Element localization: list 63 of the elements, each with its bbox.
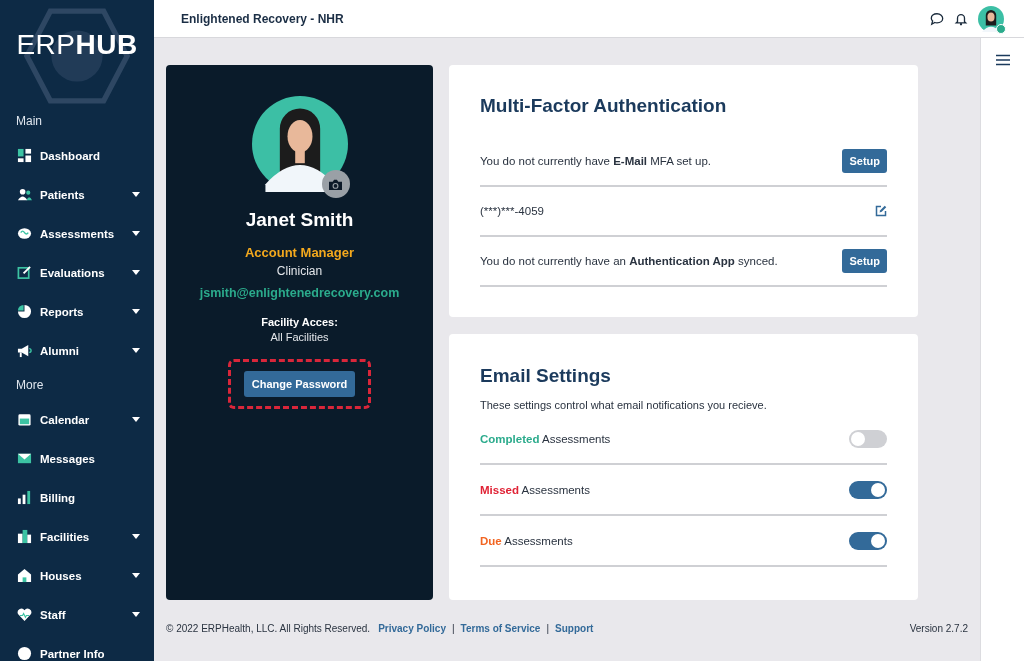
copyright-text: © 2022 ERPHealth, LLC. All Rights Reserved.: [166, 622, 371, 634]
user-role: Account Manager: [244, 245, 355, 260]
facility-value: All Facilities: [270, 331, 329, 343]
toggle-switch[interactable]: [849, 480, 887, 499]
user-avatar[interactable]: [978, 5, 1004, 32]
facility-label: Facility Acces:: [261, 316, 338, 328]
calendar-icon: [17, 412, 32, 427]
sidebar-item[interactable]: Assessments: [0, 214, 154, 253]
sidebar-item[interactable]: Dashboard: [0, 136, 154, 175]
bar-chart-icon: [17, 490, 32, 505]
card-description: These settings control what email notifications you recieve.: [480, 399, 768, 411]
footer-link[interactable]: Support: [555, 622, 594, 634]
card-title: Multi-Factor Authentication: [480, 95, 728, 117]
toggle-switch[interactable]: [849, 531, 887, 550]
camera-icon: [328, 177, 343, 191]
sidebar-item[interactable]: Partner Info: [0, 634, 154, 661]
user-name: Janet Smith: [245, 209, 354, 231]
footer-link[interactable]: Privacy Policy: [378, 622, 446, 634]
edit-icon: [17, 265, 32, 280]
dashboard-icon: [17, 148, 32, 163]
email-link[interactable]: jsmith@enlightenedrecovery.com: [199, 286, 400, 300]
section-heading: Main: [15, 113, 43, 130]
sidebar-item[interactable]: Messages: [0, 439, 154, 478]
link-separator: |: [546, 622, 550, 634]
edit-icon[interactable]: [875, 205, 887, 217]
user-title: Clinician: [276, 264, 323, 278]
version-text: Version 2.7.2: [909, 622, 968, 634]
chat-icon[interactable]: [930, 11, 944, 26]
envelope-icon: [17, 451, 32, 466]
sidebar-item[interactable]: Patients: [0, 175, 154, 214]
heart-icon: [17, 607, 32, 622]
mfa-text: You do not currently have E-Mail MFA set up.: [480, 155, 711, 167]
house-icon: [17, 568, 32, 583]
sidebar-item[interactable]: Staff: [0, 595, 154, 634]
mfa-text: You do not currently have an Authentication App synced.: [480, 255, 778, 267]
brand-logo: ERPHUB: [16, 29, 138, 61]
pie-chart-icon: [17, 304, 32, 319]
users-icon: [17, 187, 32, 202]
organization-title: Enlightened Recovery - NHR: [181, 11, 345, 26]
bell-icon[interactable]: [954, 11, 968, 26]
change-password-button[interactable]: Change Password: [243, 371, 356, 397]
setting-label: Missed Assessments: [480, 483, 590, 496]
sidebar-item[interactable]: Reports: [0, 292, 154, 331]
toggle-switch[interactable]: [849, 429, 887, 448]
link-separator: |: [451, 622, 455, 634]
menu-icon[interactable]: [995, 54, 1010, 66]
sidebar-item[interactable]: Houses: [0, 556, 154, 595]
section-heading: More: [15, 377, 45, 394]
setup-button[interactable]: Setup: [842, 249, 887, 273]
setting-label: Due Assessments: [480, 534, 573, 547]
phone-number: (***)***-4059: [480, 205, 544, 217]
megaphone-icon: [17, 343, 32, 358]
camera-button[interactable]: [321, 170, 350, 198]
sidebar-item[interactable]: Billing: [0, 478, 154, 517]
sidebar-item[interactable]: Calendar: [0, 400, 154, 439]
card-title: Email Settings: [480, 365, 612, 387]
footer-link[interactable]: Terms of Service: [460, 622, 541, 634]
sidebar-item[interactable]: Alumni: [0, 331, 154, 370]
setting-label: Completed Assessments: [480, 432, 611, 445]
sidebar-item[interactable]: Facilities: [0, 517, 154, 556]
setup-button[interactable]: Setup: [842, 149, 887, 173]
building-icon: [17, 529, 32, 544]
sidebar-item[interactable]: Evaluations: [0, 253, 154, 292]
